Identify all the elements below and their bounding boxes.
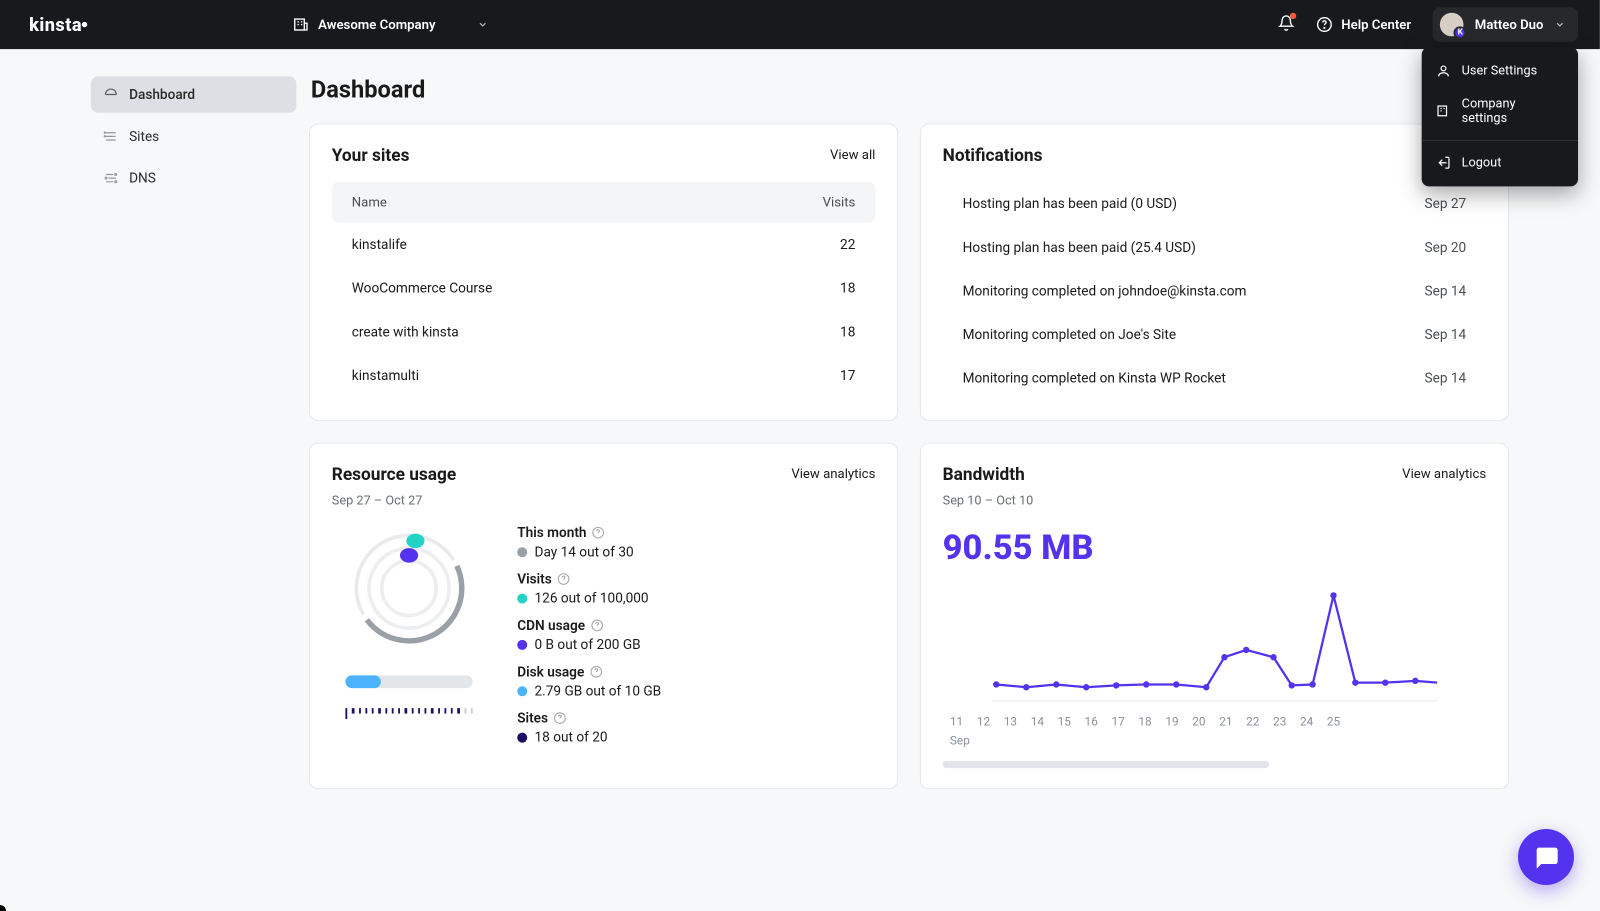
sites-icon	[104, 129, 119, 144]
sidebar-item-label: DNS	[129, 170, 156, 186]
topbar: kinsta Awesome Company Help Center K Mat…	[0, 0, 1600, 49]
building-icon	[293, 16, 309, 32]
view-analytics-bandwidth[interactable]: View analytics	[1402, 466, 1486, 481]
card-notifications: Notifications View all Hosting plan has …	[920, 124, 1509, 421]
table-row[interactable]: kinstalife22	[332, 223, 876, 267]
list-item[interactable]: Monitoring completed on johndoe@kinsta.c…	[943, 269, 1487, 313]
card-title: Notifications	[943, 145, 1043, 166]
bandwidth-xaxis: 111213141516171819202122232425	[943, 715, 1487, 729]
card-title: Resource usage	[332, 464, 456, 485]
user-dropdown: User Settings Company settings Logout	[1422, 47, 1578, 186]
dd-logout[interactable]: Logout	[1422, 146, 1578, 179]
list-item[interactable]: Hosting plan has been paid (0 USD)Sep 27	[943, 182, 1487, 226]
sidebar-item-dns[interactable]: DNS	[91, 160, 296, 196]
bandwidth-scrollbar[interactable]	[943, 761, 1269, 768]
date-range: Sep 10 – Oct 10	[943, 494, 1487, 509]
dd-user-settings[interactable]: User Settings	[1422, 55, 1578, 88]
card-title: Your sites	[332, 145, 410, 166]
view-analytics-resource[interactable]: View analytics	[791, 466, 875, 481]
building-icon	[1436, 104, 1451, 119]
sites-bar	[345, 708, 472, 719]
card-title: Bandwidth	[943, 464, 1025, 485]
dd-label: Company settings	[1462, 96, 1564, 125]
list-item[interactable]: Monitoring completed on Kinsta WP Rocket…	[943, 356, 1487, 400]
sidebar-item-dashboard[interactable]: Dashboard	[91, 76, 296, 112]
company-picker[interactable]: Awesome Company	[293, 16, 489, 32]
chevron-down-icon	[1554, 19, 1565, 30]
bandwidth-total: 90.55 MB	[943, 528, 1487, 568]
card-your-sites: Your sites View all Name Visits kinstali…	[309, 124, 898, 421]
help-icon[interactable]	[592, 526, 605, 539]
dd-label: User Settings	[1462, 64, 1538, 79]
intercom-launcher[interactable]	[1518, 829, 1574, 885]
help-icon	[1316, 16, 1332, 32]
dns-icon	[104, 171, 119, 186]
dd-company-settings[interactable]: Company settings	[1422, 87, 1578, 134]
help-icon[interactable]	[553, 712, 566, 725]
bandwidth-month: Sep	[943, 734, 1487, 748]
user-icon	[1436, 64, 1451, 79]
company-name: Awesome Company	[318, 17, 435, 32]
dashboard-icon	[104, 87, 119, 102]
view-all-sites[interactable]: View all	[830, 147, 875, 162]
user-menu-trigger[interactable]: K Matteo Duo User Settings Company setti…	[1433, 7, 1578, 42]
avatar-badge: K	[1454, 26, 1467, 39]
notification-dot	[1289, 13, 1295, 19]
logout-icon	[1436, 155, 1451, 170]
donut-chart	[345, 524, 472, 651]
card-resource-usage: Resource usage View analytics Sep 27 – O…	[309, 443, 898, 789]
help-icon[interactable]	[590, 665, 603, 678]
dd-separator	[1422, 140, 1578, 141]
brand-logo: kinsta	[29, 14, 293, 36]
sidebar-item-label: Dashboard	[129, 86, 195, 102]
resource-donut	[332, 524, 487, 719]
sidebar-item-label: Sites	[129, 128, 159, 144]
col-name: Name	[352, 195, 823, 210]
list-item[interactable]: Monitoring completed on Joe's SiteSep 14	[943, 313, 1487, 357]
chat-icon	[1532, 843, 1560, 871]
help-label: Help Center	[1341, 17, 1411, 32]
table-row[interactable]: kinstamulti17	[332, 354, 876, 398]
help-icon[interactable]	[557, 573, 570, 586]
avatar: K	[1440, 13, 1464, 37]
sidebar: Dashboard Sites DNS	[0, 76, 309, 810]
page-title: Dashboard	[311, 76, 1509, 103]
notifications-bell[interactable]	[1278, 15, 1294, 35]
card-bandwidth: Bandwidth View analytics Sep 10 – Oct 10…	[920, 443, 1509, 789]
table-row[interactable]: create with kinsta18	[332, 310, 876, 354]
sites-table-head: Name Visits	[332, 182, 876, 223]
col-visits: Visits	[823, 195, 856, 210]
disk-bar	[345, 675, 472, 688]
dd-label: Logout	[1462, 155, 1502, 170]
date-range: Sep 27 – Oct 27	[332, 494, 876, 509]
user-name: Matteo Duo	[1475, 17, 1544, 32]
chevron-down-icon	[477, 19, 488, 30]
bandwidth-line-chart	[943, 584, 1487, 702]
help-icon[interactable]	[591, 619, 604, 632]
sidebar-item-sites[interactable]: Sites	[91, 118, 296, 154]
table-row[interactable]: WooCommerce Course18	[332, 266, 876, 310]
main-content: Dashboard Your sites View all Name Visit…	[309, 76, 1600, 810]
list-item[interactable]: Hosting plan has been paid (25.4 USD)Sep…	[943, 225, 1487, 269]
help-center-link[interactable]: Help Center	[1316, 16, 1411, 32]
